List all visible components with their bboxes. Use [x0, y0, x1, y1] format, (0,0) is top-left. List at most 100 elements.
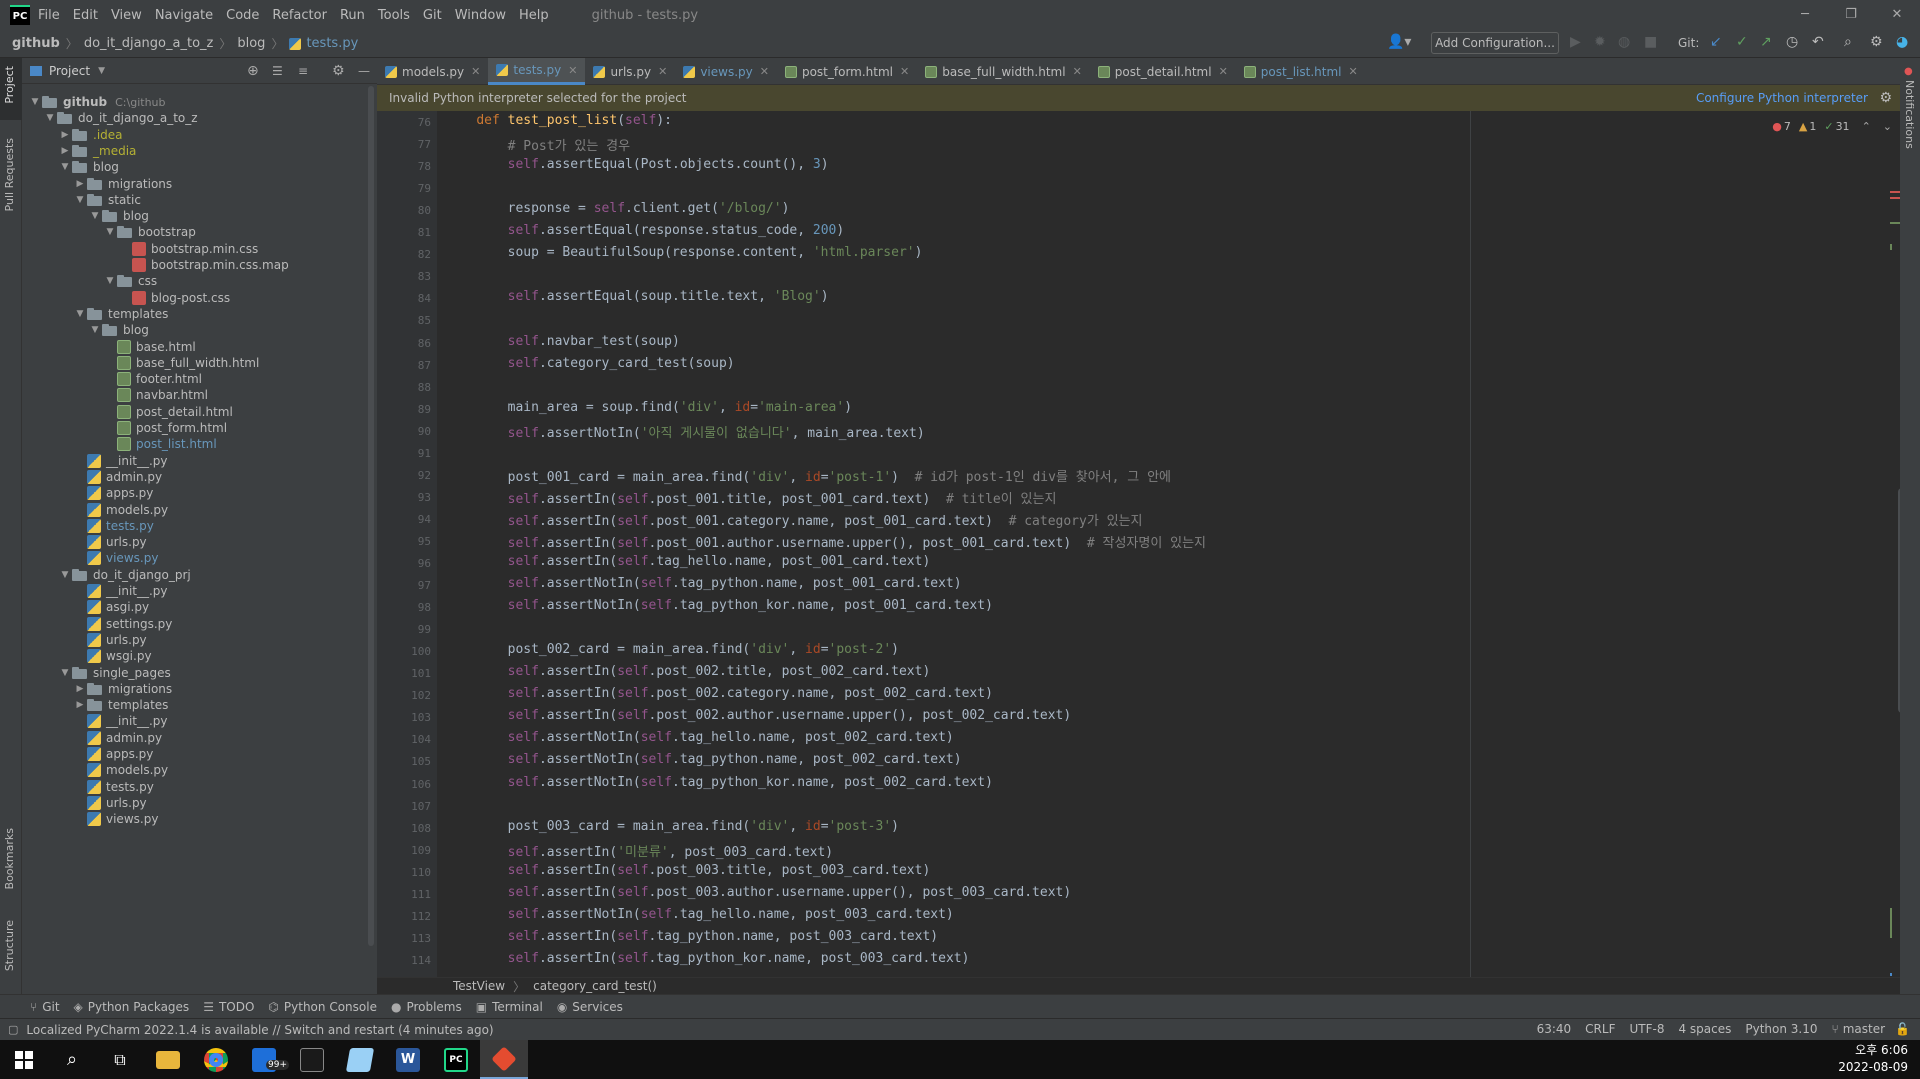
chevron-right-icon[interactable]: ▶ — [73, 179, 87, 189]
lock-icon[interactable]: 🔓 — [1895, 1022, 1910, 1036]
breadcrumb-method[interactable]: category_card_test() — [533, 979, 657, 993]
close-tab-icon[interactable]: ✕ — [1073, 65, 1082, 78]
system-clock[interactable]: 오후 6:06 2022-08-09 — [1838, 1042, 1908, 1076]
breadcrumb-file[interactable]: tests.py — [306, 36, 358, 51]
menu-item-code[interactable]: Code — [226, 8, 259, 23]
hide-panel-icon[interactable]: — — [358, 64, 370, 78]
run-icon[interactable]: ▶ — [1570, 34, 1581, 50]
close-tab-icon[interactable]: ✕ — [568, 64, 577, 77]
status-square-icon[interactable]: ▢ — [8, 1023, 18, 1036]
chevron-down-icon[interactable]: ▼ — [43, 113, 57, 123]
status-message[interactable]: Localized PyCharm 2022.1.4 is available … — [26, 1023, 493, 1037]
rollback-icon[interactable]: ↶ — [1812, 34, 1824, 50]
tool-git[interactable]: ⑂ Git — [30, 1000, 60, 1014]
chevron-down-icon[interactable]: ⌄ — [1883, 120, 1892, 133]
chevron-down-icon[interactable]: ▼ — [28, 97, 42, 107]
structure-tool-tab[interactable]: Structure — [3, 920, 16, 971]
tool-todo[interactable]: ☰ TODO — [203, 1000, 254, 1014]
locate-file-icon[interactable]: ⊕ — [247, 63, 259, 79]
chevron-down-icon[interactable]: ▼ — [58, 668, 72, 678]
chevron-down-icon[interactable]: ▼ — [103, 276, 117, 286]
chevron-down-icon[interactable]: ▼ — [73, 309, 87, 319]
chevron-right-icon[interactable]: ▶ — [58, 130, 72, 140]
chevron-down-icon[interactable]: ▼ — [58, 162, 72, 172]
configure-interpreter-link[interactable]: Configure Python interpreter — [1696, 91, 1868, 105]
minimize-icon[interactable]: ─ — [1782, 0, 1828, 30]
chevron-up-icon[interactable]: ⌃ — [1862, 120, 1871, 133]
settings-icon[interactable]: ⚙ — [1870, 34, 1883, 50]
interpreter-setting[interactable]: Python 3.10 — [1745, 1022, 1817, 1036]
task-view-icon[interactable]: ⧉ — [96, 1040, 144, 1079]
close-tab-icon[interactable]: ✕ — [900, 65, 909, 78]
close-tab-icon[interactable]: ✕ — [658, 65, 667, 78]
tab-post-list-html[interactable]: post_list.html ✕ — [1236, 58, 1366, 85]
stripe-mark[interactable] — [1890, 244, 1892, 250]
gear-icon[interactable]: ⚙ — [332, 63, 345, 79]
chevron-down-icon[interactable]: ▼ — [58, 570, 72, 580]
chevron-right-icon[interactable]: ▶ — [58, 146, 72, 156]
file-encoding[interactable]: UTF-8 — [1629, 1022, 1664, 1036]
menu-item-refactor[interactable]: Refactor — [272, 8, 327, 23]
tool-terminal[interactable]: ▣ Terminal — [476, 1000, 543, 1014]
user-icon[interactable]: 👤▾ — [1387, 34, 1411, 50]
add-configuration-button[interactable]: Add Configuration... — [1431, 32, 1559, 54]
jetbrains-toolbox-icon[interactable]: ◕ — [1896, 34, 1908, 50]
chevron-right-icon[interactable]: ▶ — [73, 684, 87, 694]
collapse-all-icon[interactable]: ≡ — [298, 64, 308, 78]
notepad-icon[interactable] — [336, 1040, 384, 1079]
line-separator[interactable]: CRLF — [1585, 1022, 1615, 1036]
menu-item-tools[interactable]: Tools — [378, 8, 410, 23]
word-icon[interactable]: W — [384, 1040, 432, 1079]
close-tab-icon[interactable]: ✕ — [1219, 65, 1228, 78]
chevron-down-icon[interactable]: ▼ — [88, 325, 102, 335]
menu-item-run[interactable]: Run — [340, 8, 365, 23]
close-tab-icon[interactable]: ✕ — [760, 65, 769, 78]
menu-item-git[interactable]: Git — [423, 8, 442, 23]
mail-icon[interactable]: 99+ — [240, 1040, 289, 1079]
git-push-icon[interactable]: ↗ — [1760, 34, 1772, 50]
inspection-widget[interactable]: ● 7 ▲ 1 ✓ 31 ⌃ ⌄ — [1772, 120, 1892, 133]
stripe-mark[interactable] — [1890, 908, 1892, 938]
coverage-icon[interactable]: ◍ — [1618, 34, 1630, 50]
search-icon[interactable]: ⌕ — [1844, 34, 1852, 50]
expand-all-icon[interactable]: ☰ — [272, 64, 283, 78]
chevron-right-icon[interactable]: ▶ — [73, 700, 87, 710]
menu-item-navigate[interactable]: Navigate — [155, 8, 213, 23]
menu-item-help[interactable]: Help — [519, 8, 549, 23]
indent-setting[interactable]: 4 spaces — [1678, 1022, 1731, 1036]
pull-requests-tool-tab[interactable]: Pull Requests — [3, 138, 16, 211]
stop-icon[interactable]: ■ — [1644, 34, 1657, 50]
tool-python-packages[interactable]: ◈ Python Packages — [74, 1000, 190, 1014]
project-scrollbar[interactable] — [368, 86, 374, 946]
git-branch[interactable]: master — [1843, 1022, 1885, 1036]
tab-models-py[interactable]: models.py ✕ — [377, 58, 488, 85]
debug-icon[interactable]: ✹ — [1594, 34, 1606, 50]
breadcrumb-project[interactable]: do_it_django_a_to_z — [84, 36, 214, 51]
menu-item-file[interactable]: File — [38, 8, 60, 23]
tab-urls-py[interactable]: urls.py ✕ — [585, 58, 675, 85]
tab-views-py[interactable]: views.py ✕ — [675, 58, 777, 85]
stripe-mark[interactable] — [1890, 973, 1892, 976]
breadcrumb-class[interactable]: TestView — [453, 979, 505, 993]
close-tab-icon[interactable]: ✕ — [471, 65, 480, 78]
menu-item-window[interactable]: Window — [455, 8, 506, 23]
git-gui-icon[interactable] — [480, 1040, 528, 1079]
windows-start-icon[interactable] — [0, 1040, 48, 1079]
chrome-icon[interactable] — [192, 1040, 240, 1079]
tab-tests-py[interactable]: tests.py ✕ — [488, 58, 586, 85]
taskbar-search-icon[interactable]: ⌕ — [48, 1040, 96, 1079]
tab-base-full-width-html[interactable]: base_full_width.html ✕ — [917, 58, 1090, 85]
chevron-down-icon[interactable]: ▼ — [98, 66, 105, 76]
chevron-down-icon[interactable]: ▼ — [103, 227, 117, 237]
bookmarks-tool-tab[interactable]: Bookmarks — [3, 828, 16, 889]
code-view[interactable]: def test_post_list(self): # Post가 있는 경우 … — [437, 111, 1920, 977]
tab-post-form-html[interactable]: post_form.html ✕ — [777, 58, 917, 85]
history-icon[interactable]: ◷ — [1786, 34, 1798, 50]
close-icon[interactable]: ✕ — [1874, 0, 1920, 30]
tree-item[interactable]: views.py — [73, 809, 158, 829]
restore-icon[interactable]: ❐ — [1828, 0, 1874, 30]
pycharm-taskbar-icon[interactable]: PC — [432, 1040, 480, 1079]
close-tab-icon[interactable]: ✕ — [1349, 65, 1358, 78]
menu-item-view[interactable]: View — [111, 8, 142, 23]
banner-gear-icon[interactable]: ⚙ — [1879, 90, 1892, 106]
